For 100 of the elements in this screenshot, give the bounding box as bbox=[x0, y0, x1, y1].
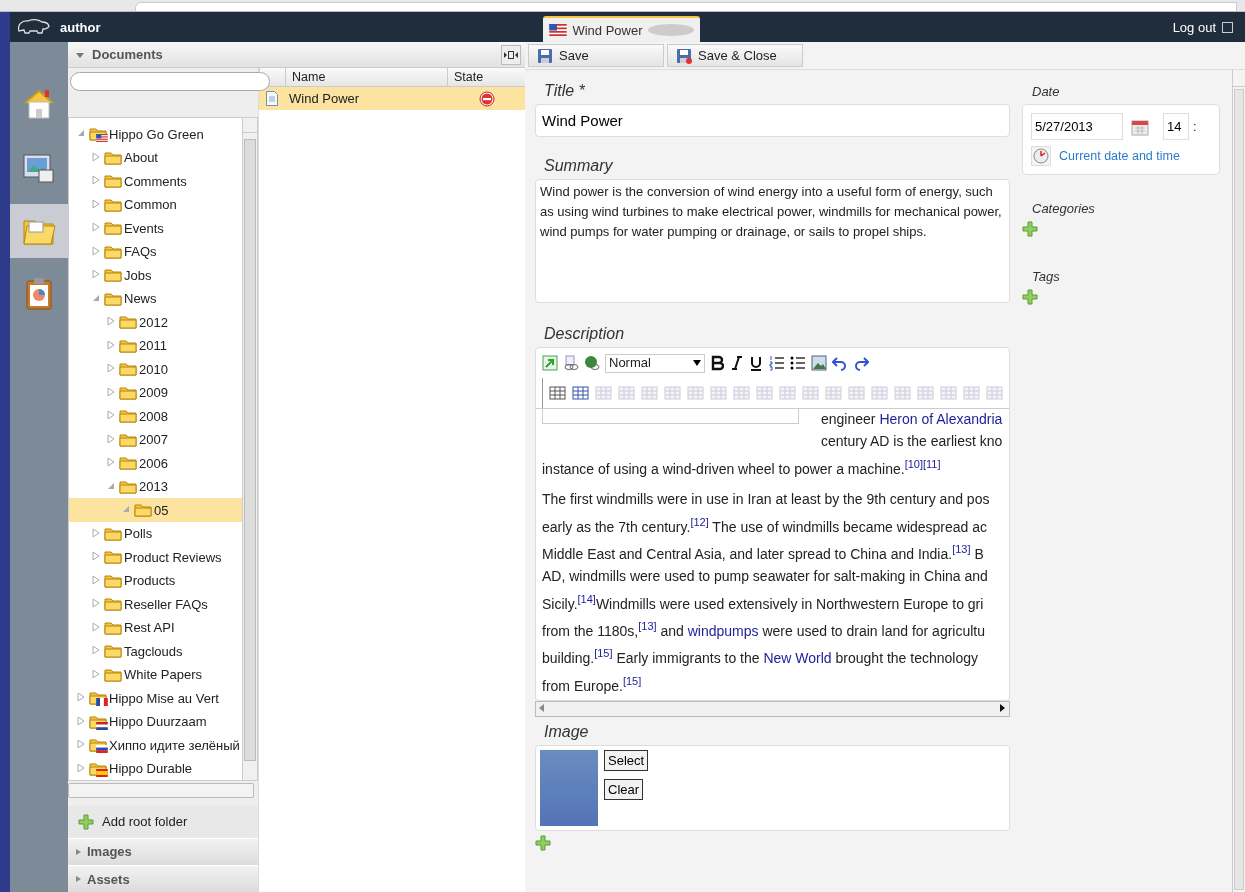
toggle-width-icon[interactable] bbox=[501, 44, 521, 65]
document-tab[interactable]: Wind Power bbox=[543, 16, 701, 42]
collapsed-icon[interactable] bbox=[92, 270, 100, 279]
collapsed-icon[interactable] bbox=[92, 622, 100, 631]
citation-link[interactable]: [13] bbox=[952, 543, 971, 556]
collapsed-icon[interactable] bbox=[92, 246, 100, 255]
collapsed-icon[interactable] bbox=[107, 434, 115, 443]
nav-item[interactable] bbox=[10, 204, 68, 258]
table-tool-icon[interactable] bbox=[549, 385, 566, 401]
add-icon[interactable] bbox=[1022, 289, 1038, 305]
expanded-icon[interactable] bbox=[107, 481, 115, 490]
tree-item[interactable]: 2010 bbox=[69, 357, 242, 381]
documents-panel-header[interactable]: Documents bbox=[68, 42, 525, 68]
collapsed-icon[interactable] bbox=[107, 317, 115, 326]
collapsed-icon[interactable] bbox=[107, 364, 115, 373]
save-close-button[interactable]: Save & Close bbox=[667, 44, 803, 67]
summary-field[interactable]: Wind power is the conversion of wind energy into a useful form of energy, such as using wind turbines to make electrical power, windmills for mechanical power, wind pumps for water pumping or drainage, or sails to propel ships. bbox=[535, 179, 1010, 303]
text-link[interactable]: Heron of Alexandria bbox=[879, 411, 1003, 427]
tree-item[interactable]: Hippo Mise au Vert bbox=[69, 686, 242, 710]
tree-item[interactable]: Comments bbox=[69, 169, 242, 193]
citation-link[interactable]: [15] bbox=[622, 674, 642, 687]
tree-item[interactable]: White Papers bbox=[69, 662, 242, 687]
title-field[interactable]: Wind Power bbox=[535, 104, 1010, 137]
tree-item[interactable]: Common bbox=[69, 192, 242, 217]
bulleted-list-icon[interactable] bbox=[790, 355, 806, 371]
tree-item[interactable]: FAQs bbox=[69, 239, 242, 264]
date-field[interactable]: 5/27/2013 bbox=[1031, 113, 1123, 140]
address-bar[interactable] bbox=[135, 2, 1237, 11]
close-icon[interactable] bbox=[647, 24, 695, 36]
tree-item[interactable]: 2006 bbox=[69, 451, 242, 475]
current-date-time-link[interactable]: Current date and time bbox=[1059, 149, 1180, 163]
logout-link[interactable]: Log out bbox=[1172, 19, 1233, 35]
add-icon[interactable] bbox=[1022, 221, 1038, 237]
image-button[interactable]: Clear bbox=[604, 779, 644, 800]
horizontal-scrollbar[interactable] bbox=[535, 701, 1010, 717]
citation-link[interactable]: [13] bbox=[638, 620, 657, 632]
tree-item[interactable]: Jobs bbox=[69, 263, 242, 287]
format-dropdown[interactable]: Normal bbox=[605, 353, 705, 373]
collapsed-icon[interactable] bbox=[92, 528, 100, 537]
collapsed-icon[interactable] bbox=[92, 646, 100, 655]
collapsed-icon[interactable] bbox=[107, 458, 115, 467]
tree-item[interactable]: 2011 bbox=[69, 333, 242, 358]
tree-item[interactable]: Events bbox=[69, 216, 242, 240]
collapsed-icon[interactable] bbox=[92, 599, 100, 608]
collapsed-icon[interactable] bbox=[92, 669, 100, 678]
tree-item[interactable]: Reseller FAQs bbox=[69, 592, 242, 616]
tree-item[interactable]: 2007 bbox=[69, 427, 242, 452]
add-icon[interactable] bbox=[535, 835, 551, 851]
tree-item[interactable]: 2009 bbox=[69, 380, 242, 405]
citation-link[interactable]: [12] bbox=[690, 515, 709, 528]
section-header[interactable]: Images bbox=[68, 837, 258, 865]
chain-icon[interactable] bbox=[563, 355, 579, 371]
tree-item[interactable]: Products bbox=[69, 568, 242, 593]
citation-link[interactable]: [14] bbox=[577, 592, 596, 605]
tree-item[interactable]: 2008 bbox=[69, 404, 242, 428]
collapsed-icon[interactable] bbox=[107, 340, 115, 349]
collapsed-icon[interactable] bbox=[77, 740, 85, 749]
hour-field[interactable]: 14 bbox=[1163, 113, 1189, 140]
tree-item[interactable]: About bbox=[69, 145, 242, 170]
link-icon[interactable] bbox=[542, 355, 558, 371]
italic-icon[interactable] bbox=[729, 355, 743, 371]
undo-icon[interactable] bbox=[832, 355, 848, 371]
collapsed-icon[interactable] bbox=[107, 411, 115, 420]
tree-item[interactable]: 2013 bbox=[69, 474, 242, 499]
collapsed-icon[interactable] bbox=[92, 199, 100, 208]
collapsed-icon[interactable] bbox=[77, 693, 85, 702]
collapsed-icon[interactable] bbox=[107, 387, 115, 396]
collapsed-icon[interactable] bbox=[77, 763, 85, 772]
image-icon[interactable] bbox=[811, 355, 827, 371]
citation-link[interactable]: [11] bbox=[923, 457, 941, 470]
column-header[interactable]: Name bbox=[285, 68, 447, 86]
collapsed-icon[interactable] bbox=[92, 552, 100, 561]
expanded-icon[interactable] bbox=[77, 129, 85, 138]
collapsed-icon[interactable] bbox=[92, 152, 100, 161]
collapsed-icon[interactable] bbox=[77, 716, 85, 725]
text-link[interactable]: windpumps bbox=[687, 622, 759, 639]
expanded-icon[interactable] bbox=[122, 505, 130, 514]
citation-link[interactable]: [15] bbox=[594, 647, 613, 660]
tree-item[interactable]: Хиппо идите зелёный bbox=[69, 733, 242, 757]
tree-item[interactable]: Product Reviews bbox=[69, 545, 242, 569]
expanded-icon[interactable] bbox=[92, 293, 100, 302]
column-header[interactable]: State bbox=[447, 68, 515, 86]
document-row[interactable]: Wind Power bbox=[259, 87, 525, 110]
tree-item[interactable]: Hippo Durable bbox=[69, 756, 242, 781]
save-button[interactable]: Save bbox=[528, 44, 664, 67]
table-tool-icon[interactable] bbox=[572, 385, 589, 401]
text-link[interactable]: New World bbox=[763, 650, 832, 667]
clock-icon[interactable] bbox=[1031, 146, 1051, 166]
horizontal-scrollbar[interactable] bbox=[68, 783, 254, 798]
numbered-list-icon[interactable] bbox=[769, 355, 785, 371]
citation-link[interactable]: [10] bbox=[904, 457, 923, 470]
tree-item[interactable]: Polls bbox=[69, 521, 242, 546]
collapsed-icon[interactable] bbox=[92, 223, 100, 232]
bold-icon[interactable] bbox=[710, 355, 724, 371]
tree-item[interactable]: 05 bbox=[69, 498, 242, 522]
section-header[interactable]: Assets bbox=[68, 865, 258, 892]
image-button[interactable]: Select bbox=[604, 750, 649, 771]
add-icon[interactable] bbox=[78, 813, 94, 830]
tree-item[interactable]: Hippo Go Green bbox=[69, 122, 242, 146]
vertical-scrollbar[interactable] bbox=[1232, 70, 1245, 892]
